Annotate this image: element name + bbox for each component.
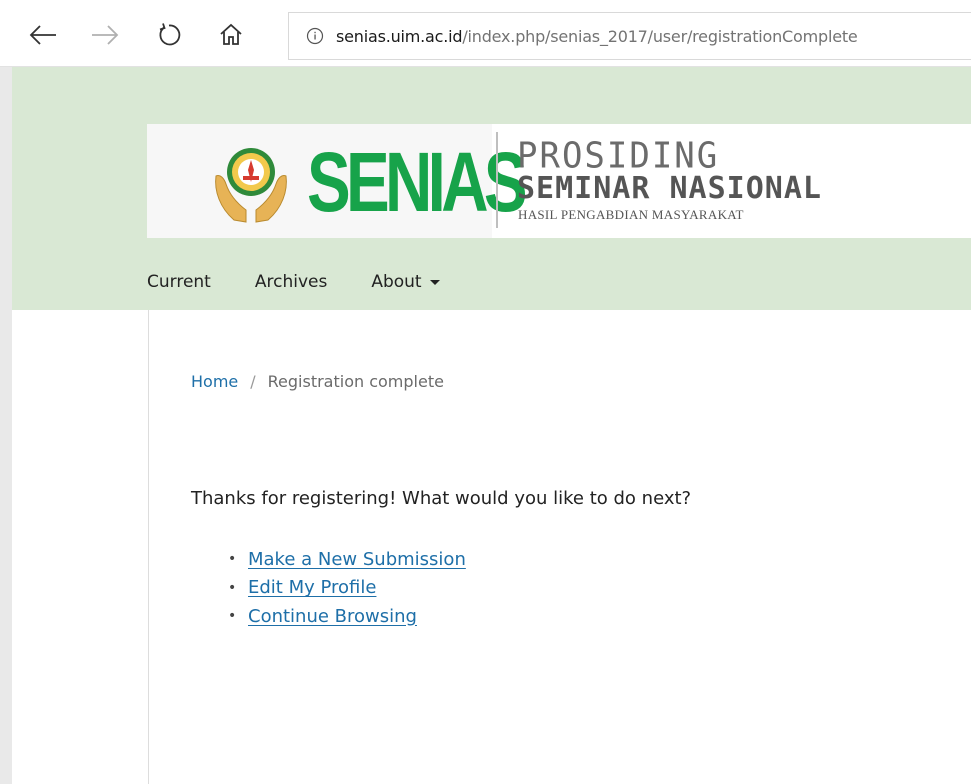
url-text: senias.uim.ac.id/index.php/senias_2017/u… (336, 27, 858, 46)
list-item: • Edit My Profile (228, 574, 466, 603)
nav-item-label: Archives (254, 272, 328, 292)
senias-logo-text: SENIAS (307, 135, 528, 229)
next-steps-list: • Make a New Submission • Edit My Profile … (228, 545, 466, 631)
continue-browsing-link[interactable]: Continue Browsing (248, 606, 417, 627)
new-submission-link[interactable]: Make a New Submission (248, 549, 466, 570)
nav-item-label: Current (147, 272, 211, 292)
bullet-icon: • (228, 608, 237, 625)
arrow-right-icon (92, 25, 119, 45)
back-button[interactable] (26, 18, 60, 52)
address-bar[interactable]: senias.uim.ac.id/index.php/senias_2017/u… (288, 12, 971, 60)
breadcrumb-home-link[interactable]: Home (191, 372, 238, 391)
caret-down-icon (429, 279, 440, 285)
university-emblem-icon (215, 148, 287, 223)
home-icon (220, 23, 242, 45)
bullet-icon: • (228, 579, 237, 596)
left-gutter (0, 67, 12, 784)
primary-nav: Current Archives About (147, 262, 484, 302)
breadcrumb-current: Registration complete (267, 372, 444, 391)
banner-divider (496, 132, 498, 228)
refresh-icon (159, 23, 181, 46)
refresh-button[interactable] (152, 18, 186, 52)
content-divider (148, 310, 149, 784)
nav-item-current[interactable]: Current (147, 272, 211, 292)
registration-message: Thanks for registering! What would you l… (191, 488, 692, 509)
breadcrumb-separator: / (250, 372, 256, 391)
info-icon[interactable] (306, 27, 324, 45)
url-path: /index.php/senias_2017/user/registration… (462, 26, 858, 46)
banner-title-line1: PROSIDING (517, 134, 720, 177)
list-item: • Continue Browsing (228, 602, 466, 631)
site-banner[interactable]: SENIAS PROSIDING SEMINAR NASIONAL HASIL … (147, 124, 971, 238)
banner-title-line3: HASIL PENGABDIAN MASYARAKAT (518, 207, 744, 222)
forward-button[interactable] (88, 18, 122, 52)
edit-profile-link[interactable]: Edit My Profile (248, 577, 376, 598)
browser-toolbar: senias.uim.ac.id/index.php/senias_2017/u… (0, 0, 971, 67)
banner-title-line2: SEMINAR NASIONAL (517, 171, 822, 206)
nav-item-about[interactable]: About (371, 272, 440, 292)
nav-item-archives[interactable]: Archives (255, 272, 327, 292)
url-domain: senias.uim.ac.id (336, 26, 463, 46)
breadcrumb: Home / Registration complete (191, 372, 444, 391)
list-item: • Make a New Submission (228, 545, 466, 574)
home-button[interactable] (214, 18, 248, 52)
arrow-left-icon (29, 25, 56, 45)
bullet-icon: • (228, 551, 237, 568)
nav-item-label: About (371, 272, 422, 292)
